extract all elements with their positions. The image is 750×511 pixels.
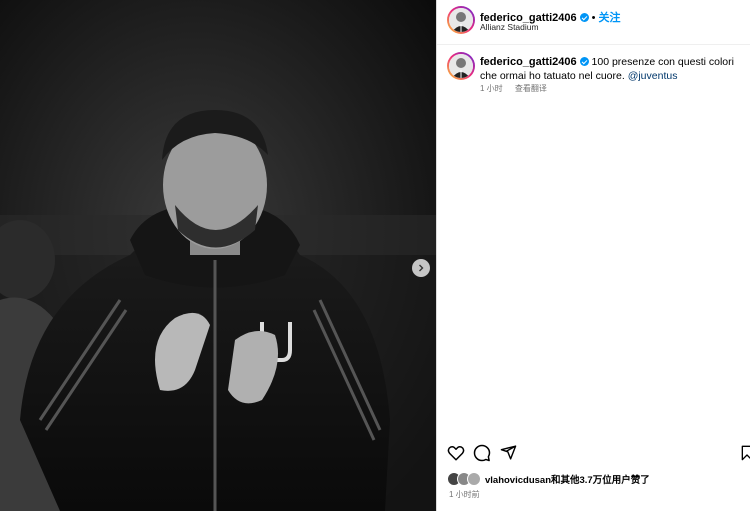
- post-caption: federico_gatti2406 100 presenze con ques…: [480, 55, 738, 83]
- location-link[interactable]: Allianz Stadium: [480, 22, 539, 32]
- avatar-image: [449, 8, 473, 32]
- likes-text: vlahovicdusan和其他3.7万位用户赞了: [485, 475, 650, 486]
- action-bar: [437, 440, 750, 468]
- caption-username[interactable]: federico_gatti2406: [480, 56, 577, 68]
- bookmark-icon[interactable]: [739, 444, 750, 462]
- caption-mention-link[interactable]: @juventus: [628, 70, 678, 82]
- caption-meta: 1 小时 查看翻译: [480, 83, 557, 94]
- player-photo-image: [0, 0, 436, 511]
- heart-icon[interactable]: [447, 444, 465, 462]
- caption-avatar-image: [449, 54, 473, 78]
- liker-avatar: [467, 472, 481, 486]
- verified-badge-icon: [579, 13, 589, 22]
- post-timestamp: 1 小时前: [449, 490, 480, 499]
- see-translation-link[interactable]: 查看翻译: [515, 84, 547, 93]
- follow-button[interactable]: 关注: [598, 12, 620, 24]
- next-photo-button[interactable]: [412, 259, 430, 277]
- caption-time: 1 小时: [480, 84, 503, 93]
- post-header: federico_gatti2406 • 关注 Allianz Stadium: [437, 0, 750, 45]
- post-side-panel: federico_gatti2406 • 关注 Allianz Stadium fe…: [436, 0, 750, 511]
- caption-avatar[interactable]: [447, 52, 475, 80]
- avatar[interactable]: [447, 6, 475, 34]
- paper-plane-icon[interactable]: [500, 444, 517, 461]
- header-separator: •: [591, 12, 596, 24]
- post-photo[interactable]: [0, 0, 436, 511]
- chevron-right-icon: [419, 264, 424, 272]
- comment-icon[interactable]: [473, 444, 491, 462]
- verified-badge-icon: [579, 57, 589, 66]
- likes-summary[interactable]: vlahovicdusan和其他3.7万位用户赞了: [447, 472, 650, 486]
